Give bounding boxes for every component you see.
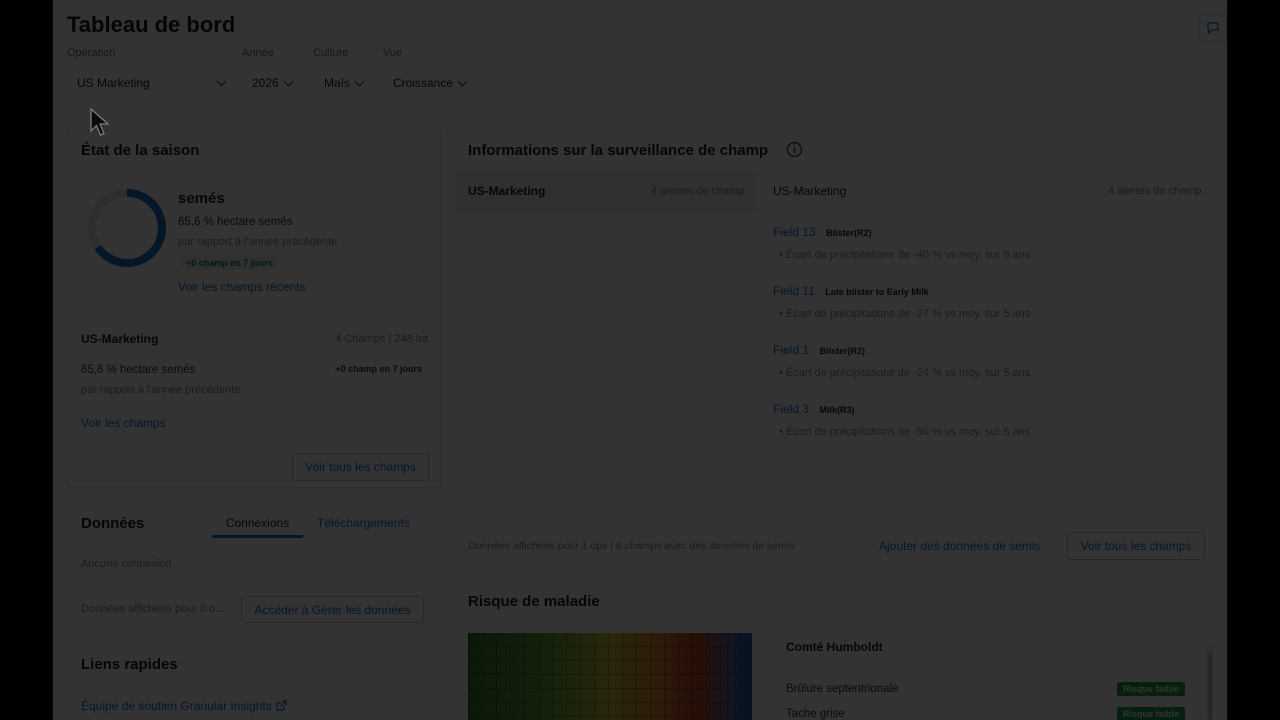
add-planting-data-link[interactable]: Ajouter des données de semis — [879, 539, 1040, 553]
crop-select-value: Maïs — [324, 76, 351, 90]
season-compare: par rapport à l'année précédente — [178, 236, 338, 248]
season-headline: semés — [178, 190, 225, 207]
disease-map[interactable] — [468, 633, 752, 720]
page-title: Tableau de bord — [67, 12, 236, 37]
season-title: État de la saison — [81, 142, 200, 159]
season-percent: 65,6 % hectare semés — [178, 216, 293, 228]
org-badge: +0 champ en 7 jours — [335, 364, 422, 374]
no-connection-text: Aucune connexion — [81, 558, 172, 570]
field-stage: Blister(R2) — [819, 346, 865, 356]
chevron-down-icon — [457, 76, 468, 86]
season-card — [67, 130, 442, 488]
field-stage: Milk(R3) — [819, 405, 855, 415]
operation-select-value: US Marketing — [77, 76, 150, 90]
field-alert-item[interactable]: Field 11 Late blister to Early Milk — [773, 282, 929, 300]
data-title: Données — [81, 515, 145, 532]
filter-label-year: Année — [242, 47, 274, 59]
field-detail: • Écart de précipitations de -50 % vs mo… — [779, 426, 1031, 438]
planted-donut — [88, 189, 166, 267]
chevron-down-icon — [354, 76, 365, 86]
disease-row-name: Brûlure septentrionale — [786, 683, 899, 695]
recent-fields-link[interactable]: Voir les champs récents — [178, 280, 305, 294]
tab-downloads[interactable]: Téléchargements — [317, 516, 410, 530]
field-name: Field 3 — [773, 402, 810, 416]
year-select-value: 2026 — [252, 76, 279, 90]
support-link[interactable]: Équipe de soutien Granular Insights — [81, 699, 287, 713]
view-select[interactable]: Croissance — [393, 74, 468, 92]
field-detail: • Écart de précipitations de -24 % vs mo… — [779, 367, 1031, 379]
filter-label-operation: Opération — [67, 47, 116, 59]
year-select[interactable]: 2026 — [252, 74, 294, 92]
manage-data-button[interactable]: Accéder à Gérer les données — [241, 596, 424, 623]
app-window: Tableau de bord Opération Année Culture … — [53, 0, 1227, 720]
field-stage: Blister(R2) — [826, 228, 872, 238]
external-link-icon — [276, 700, 287, 711]
monitoring-all-fields-button[interactable]: Voir tous les champs — [1067, 532, 1205, 560]
org-name: US-Marketing — [81, 332, 159, 346]
chat-icon — [1207, 22, 1219, 35]
field-stage: Late blister to Early Milk — [825, 287, 929, 297]
all-fields-button[interactable]: Voir tous les champs — [292, 453, 429, 481]
monitoring-footer: Données affichées pour 1 ops | 8 champs … — [468, 540, 795, 552]
season-badge: +0 champ en 7 jours — [181, 256, 278, 270]
support-link-label: Équipe de soutien Granular Insights — [81, 699, 272, 713]
field-alert-item[interactable]: Field 13 Blister(R2) — [773, 223, 872, 241]
monitoring-right-org: US-Marketing — [773, 184, 847, 198]
field-alert-item[interactable]: Field 1 Blister(R2) — [773, 341, 865, 359]
operation-select[interactable]: US Marketing — [77, 74, 227, 92]
info-icon[interactable] — [786, 141, 803, 158]
disease-row-name: Tache grise — [786, 708, 845, 720]
org-compare: par rapport à l'année précédente — [81, 384, 241, 396]
monitoring-left-alerts: 4 alertes de champ — [651, 185, 745, 197]
disease-county: Comté Humboldt — [786, 640, 883, 654]
risk-badge: Risque faible — [1117, 707, 1186, 720]
org-stats: 4 Champs | 248 ha — [335, 333, 428, 345]
chevron-down-icon — [216, 76, 227, 86]
org-percent: 65,6 % hectare semés — [81, 364, 196, 376]
chevron-down-icon — [283, 76, 294, 86]
scrollbar-thumb[interactable] — [1208, 653, 1212, 720]
disease-title: Risque de maladie — [468, 593, 600, 610]
tab-connections[interactable]: Connexions — [212, 516, 303, 538]
feedback-button[interactable] — [1199, 14, 1227, 42]
data-footer: Données affichées pour 0 o... — [81, 603, 225, 615]
monitoring-title: Informations sur la surveillance de cham… — [468, 142, 769, 159]
disease-scrollbar[interactable] — [1207, 643, 1213, 720]
field-detail: • Écart de précipitations de -40 % vs mo… — [779, 249, 1031, 261]
field-name: Field 1 — [773, 343, 810, 357]
view-select-value: Croissance — [393, 76, 454, 90]
crop-select[interactable]: Maïs — [324, 74, 365, 92]
field-name: Field 13 — [773, 225, 816, 239]
field-name: Field 11 — [773, 284, 815, 298]
view-fields-link[interactable]: Voir les champs — [81, 416, 166, 430]
filter-label-crop: Culture — [313, 47, 349, 59]
mouse-cursor-icon — [90, 108, 110, 136]
monitoring-left-org: US-Marketing — [468, 184, 546, 198]
quick-links-title: Liens rapides — [81, 656, 178, 673]
field-alert-item[interactable]: Field 3 Milk(R3) — [773, 400, 855, 418]
field-detail: • Écart de précipitations de -27 % vs mo… — [779, 308, 1031, 320]
filter-label-view: Vue — [383, 47, 403, 59]
risk-badge: Risque faible — [1117, 682, 1186, 696]
monitoring-right-alerts: 4 alertes de champ — [1108, 185, 1202, 197]
